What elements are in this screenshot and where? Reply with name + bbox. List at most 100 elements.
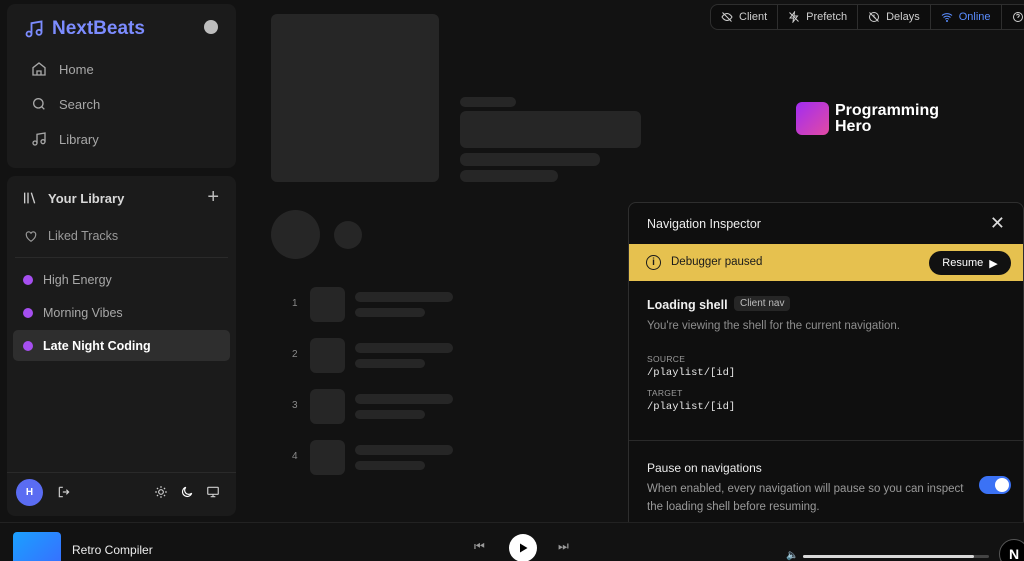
toolbar-client[interactable]: Client [711, 5, 779, 29]
library-panel: Your Library + Liked Tracks High Energy … [7, 176, 236, 516]
library-icon [24, 192, 36, 204]
dev-toolbar: Client Prefetch Delays Online [710, 4, 1024, 30]
toolbar-delays[interactable]: Delays [858, 5, 931, 29]
clock-off-icon [869, 12, 880, 22]
brand[interactable]: NextBeats [24, 18, 145, 40]
zap-off-icon [789, 11, 799, 23]
wifi-icon [941, 13, 953, 22]
monitor-icon[interactable] [206, 485, 220, 499]
navigation-inspector: Navigation Inspector ✕ i Debugger paused… [628, 202, 1024, 529]
skeleton-line [355, 461, 425, 470]
programming-hero-mark [796, 102, 829, 135]
player-bar: Retro Compiler ⏮ ⏭ 🔈 N [0, 522, 1024, 561]
album-cover[interactable] [13, 532, 61, 561]
skeleton-play-circle [271, 210, 320, 259]
inspector-title: Navigation Inspector [647, 217, 761, 231]
search-icon [33, 98, 45, 110]
sun-icon[interactable] [154, 485, 168, 499]
play-button[interactable] [509, 534, 537, 561]
play-icon [520, 543, 528, 553]
skeleton-line [355, 394, 453, 404]
close-icon[interactable]: ✕ [990, 213, 1005, 234]
skeleton-line [355, 343, 453, 353]
client-nav-badge: Client nav [734, 296, 791, 311]
playlist-item-morning-vibes[interactable]: Morning Vibes [13, 297, 230, 328]
toolbar-online[interactable]: Online [931, 5, 1002, 29]
avatar[interactable]: H [16, 479, 43, 506]
liked-tracks-label: Liked Tracks [48, 229, 119, 243]
nextjs-badge[interactable]: N [999, 539, 1024, 561]
skeleton-line [460, 170, 558, 182]
track-number: 2 [292, 349, 298, 360]
skeleton-title [460, 111, 641, 148]
music-note-icon [32, 132, 46, 146]
home-icon [32, 62, 46, 76]
playlist-item-high-energy[interactable]: High Energy [13, 264, 230, 295]
skeleton-track-thumb [310, 338, 345, 373]
library-header[interactable]: Your Library [22, 190, 124, 206]
skeleton-track-thumb [310, 389, 345, 424]
skeleton-line [460, 97, 516, 107]
skip-forward-icon[interactable]: ⏭ [558, 539, 569, 554]
loading-shell-description: You're viewing the shell for the current… [647, 320, 901, 332]
playlist-item-late-night-coding[interactable]: Late Night Coding [13, 330, 230, 361]
skeleton-line [355, 308, 425, 317]
github-icon[interactable] [204, 20, 218, 34]
nav-label-search: Search [59, 96, 101, 112]
nav-item-home[interactable]: Home [31, 61, 94, 77]
heart-icon [25, 231, 37, 242]
toolbar-label: Client [739, 11, 768, 23]
eye-off-icon [721, 12, 733, 22]
track-number: 1 [292, 298, 298, 309]
toolbar-label: Prefetch [806, 11, 848, 23]
nav-item-search[interactable]: Search [31, 96, 100, 112]
playlist-dot [23, 340, 33, 351]
track-number: 4 [292, 451, 298, 462]
target-value: /playlist/[id] [647, 401, 736, 413]
pause-toggle[interactable] [979, 476, 1011, 494]
playlist-label: High Energy [43, 272, 112, 287]
volume-slider[interactable] [803, 555, 989, 558]
toolbar-prefetch[interactable]: Prefetch [778, 5, 859, 29]
nav-label-home: Home [59, 61, 94, 77]
source-value: /playlist/[id] [647, 367, 736, 379]
toolbar-label: Online [958, 11, 991, 23]
programming-hero-logo: Programming Hero [796, 102, 939, 135]
moon-icon[interactable] [180, 485, 194, 499]
add-playlist-button[interactable]: + [207, 187, 219, 207]
skeleton-line [355, 410, 425, 419]
track-number: 3 [292, 400, 298, 411]
skeleton-small-circle [334, 221, 362, 249]
song-title[interactable]: Retro Compiler [72, 543, 153, 557]
skeleton-track-thumb [310, 440, 345, 475]
skeleton-line [355, 359, 425, 368]
pause-description: When enabled, every navigation will paus… [647, 483, 964, 513]
skeleton-track-thumb [310, 287, 345, 322]
programming-hero-text: Programming Hero [835, 101, 940, 135]
library-title: Your Library [48, 190, 125, 206]
help-icon [1012, 12, 1023, 22]
loading-shell-title: Loading shell [647, 298, 728, 312]
divider [15, 257, 228, 258]
music-note-icon [25, 20, 43, 38]
debugger-banner: i Debugger paused Resume ▶ [629, 244, 1023, 281]
play-icon: ▶ [989, 257, 998, 270]
playlist-label: Morning Vibes [43, 305, 123, 320]
banner-text: Debugger paused [671, 256, 763, 268]
pause-title: Pause on navigations [647, 461, 762, 475]
nav-panel: NextBeats Home Search Library [7, 4, 236, 168]
divider [629, 440, 1023, 441]
liked-tracks[interactable]: Liked Tracks [24, 229, 118, 243]
toolbar-help[interactable] [1002, 5, 1024, 29]
target-label: TARGET [647, 388, 683, 398]
volume-icon[interactable]: 🔈 [786, 550, 798, 561]
logout-icon[interactable] [57, 485, 71, 499]
toolbar-label: Delays [886, 11, 920, 23]
library-footer: H [7, 472, 236, 516]
skeleton-line [355, 292, 453, 302]
info-icon: i [646, 255, 661, 270]
skip-back-icon[interactable]: ⏮ [474, 539, 485, 554]
resume-button[interactable]: Resume ▶ [929, 251, 1011, 275]
playlist-dot [23, 307, 33, 318]
nav-item-library[interactable]: Library [31, 131, 99, 147]
